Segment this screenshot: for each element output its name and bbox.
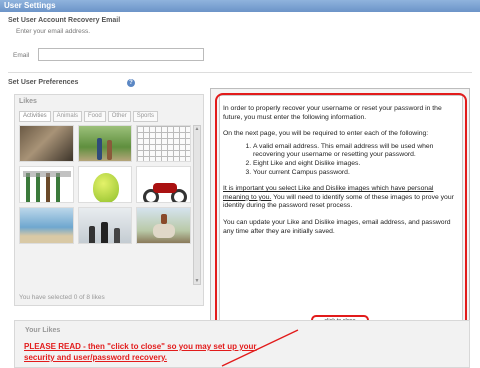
your-likes-title: Your Likes	[25, 327, 61, 334]
likes-selected-count: You have selected 0 of 8 likes	[19, 294, 105, 301]
image-cave[interactable]	[19, 125, 74, 162]
recovery-section-subtitle: Enter your email address.	[16, 28, 91, 35]
preferences-section-title: Set User Preferences	[8, 79, 79, 86]
likes-title: Likes	[19, 98, 37, 105]
scroll-up-icon[interactable]: ▲	[194, 126, 200, 132]
image-grid-scrollbar[interactable]: ▲ ▼	[193, 125, 201, 285]
likes-tabs: Activities Animals Food Other Sports	[19, 111, 159, 122]
image-motorcycle[interactable]	[136, 166, 191, 203]
scroll-down-icon[interactable]: ▼	[194, 278, 200, 284]
dialog-paragraph-4: You can update your Like and Dislike ima…	[223, 218, 451, 235]
image-grid	[19, 125, 191, 285]
tab-animals[interactable]: Animals	[52, 111, 83, 122]
dialog-paragraph-1: In order to properly recover your userna…	[223, 105, 442, 121]
tab-sports[interactable]: Sports	[132, 111, 159, 122]
window-title-bar: User Settings	[0, 0, 480, 12]
tab-other[interactable]: Other	[107, 111, 131, 122]
image-beach[interactable]	[19, 207, 74, 244]
likes-panel: Likes Activities Animals Food Other Spor…	[14, 94, 204, 306]
requirement-item: Your current Campus password.	[253, 169, 455, 178]
help-icon[interactable]: ?	[127, 79, 135, 87]
image-people-hiking[interactable]	[77, 125, 133, 162]
window-title: User Settings	[4, 1, 56, 10]
image-hot-air-balloon[interactable]	[77, 166, 133, 203]
image-horse-riding[interactable]	[136, 207, 191, 244]
email-input[interactable]	[38, 48, 204, 61]
section-divider	[8, 72, 472, 73]
dialog-paragraph-3: It is important you select Like and Disl…	[223, 185, 455, 211]
dialog-requirements-list: A valid email address. This email addres…	[223, 143, 455, 177]
image-chess[interactable]	[77, 207, 133, 244]
tab-activities[interactable]: Activities	[19, 111, 51, 122]
tab-food[interactable]: Food	[84, 111, 106, 122]
email-label: Email	[13, 52, 30, 59]
image-gardening-tools[interactable]	[19, 166, 74, 203]
image-sudoku[interactable]	[136, 125, 191, 162]
requirement-item: Eight Like and eight Dislike images.	[253, 160, 455, 169]
requirement-item: A valid email address. This email addres…	[253, 143, 455, 160]
recovery-info-dialog: In order to properly recover your userna…	[210, 88, 470, 332]
dialog-text: In order to properly recover your userna…	[223, 105, 455, 244]
recovery-section-title: Set User Account Recovery Email	[8, 17, 121, 24]
please-read-notice: PLEASE READ - then "click to close" so y…	[24, 342, 257, 362]
dialog-paragraph-2: On the next page, you will be required t…	[223, 130, 429, 138]
